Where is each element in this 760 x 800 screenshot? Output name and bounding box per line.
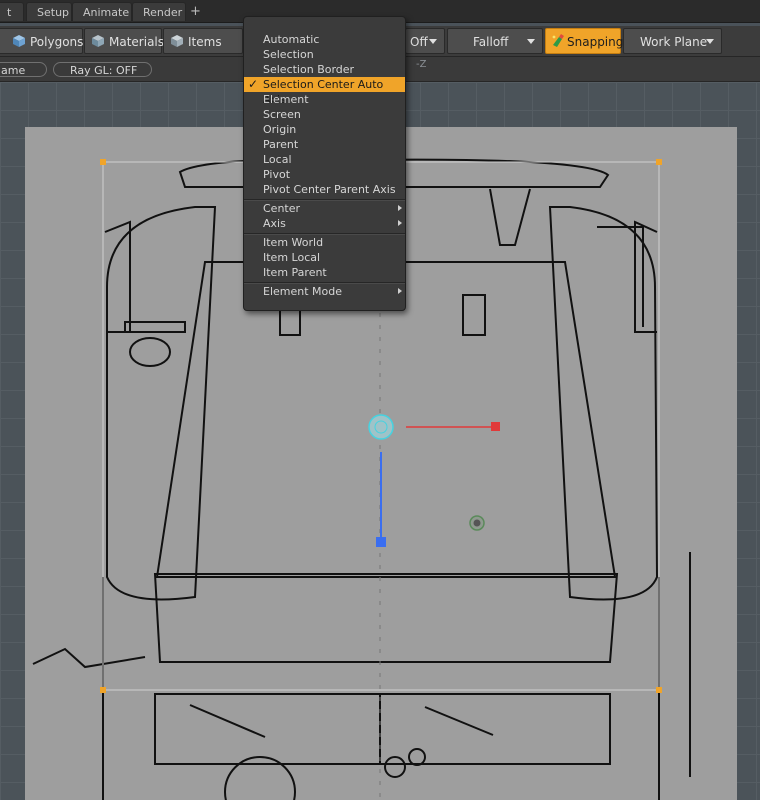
action-center-dropdown[interactable]: Off: [405, 28, 445, 54]
work-plane-label: Work Plane: [640, 35, 708, 49]
tab-setup-label: Setup: [37, 6, 70, 19]
ray-gl-pill-label: Ray GL: OFF: [70, 64, 138, 77]
menu-item-label: Center: [263, 202, 301, 215]
gizmo-y-handle[interactable]: [376, 537, 386, 547]
menu-item-label: Pivot: [263, 168, 291, 181]
items-button[interactable]: Items: [163, 28, 243, 54]
menu-item-local[interactable]: Local: [244, 152, 405, 167]
snapping-toggle[interactable]: Snapping: [545, 28, 624, 54]
polygons-button[interactable]: Polygons: [0, 28, 83, 54]
menu-item-pivot-center-parent-axis[interactable]: Pivot Center Parent Axis: [244, 182, 405, 197]
menu-item-label: Element: [263, 93, 309, 106]
submenu-arrow-icon: [398, 288, 402, 294]
menu-item-screen[interactable]: Screen: [244, 107, 405, 122]
polygons-label: Polygons: [30, 35, 84, 49]
checkmark-icon: ✓: [248, 77, 259, 91]
submenu-arrow-icon: [398, 220, 402, 226]
tab-animate-label: Animate: [83, 6, 130, 19]
action-center-menu: Automatic Selection Selection Border ✓ S…: [243, 16, 406, 311]
menu-item-label: Selection Border: [263, 63, 355, 76]
axis-label: -Z: [416, 59, 427, 70]
items-label: Items: [188, 35, 222, 49]
tab-render-label: Render: [143, 6, 183, 19]
menu-item-axis[interactable]: Axis: [244, 216, 405, 231]
items-cube-icon: [171, 35, 183, 47]
menu-item-automatic[interactable]: Automatic: [244, 32, 405, 47]
menu-item-center[interactable]: Center: [244, 201, 405, 216]
materials-button[interactable]: Materials: [84, 28, 165, 54]
tab-model-label: t: [7, 6, 12, 19]
chevron-down-icon: [527, 39, 535, 44]
chevron-down-icon: [429, 39, 437, 44]
frame-pill-label: ame: [1, 64, 26, 77]
menu-item-label: Item Parent: [263, 266, 327, 279]
ray-gl-pill[interactable]: Ray GL: OFF: [53, 62, 152, 77]
snapping-label: Snapping: [567, 35, 624, 49]
menu-item-element-mode[interactable]: Element Mode: [244, 284, 405, 299]
tab-model[interactable]: t: [0, 2, 24, 21]
menu-item-parent[interactable]: Parent: [244, 137, 405, 152]
menu-item-selection-center-auto-axis[interactable]: ✓ Selection Center Auto Axis: [244, 77, 405, 106]
menu-item-item-local[interactable]: Item Local: [244, 250, 405, 265]
falloff-dropdown[interactable]: Falloff: [447, 28, 543, 54]
tab-animate[interactable]: Animate: [72, 2, 132, 21]
menu-item-element[interactable]: Element: [244, 92, 405, 107]
menu-item-label: Element Mode: [263, 285, 343, 298]
polygons-cube-icon: [13, 35, 25, 47]
add-tab-button[interactable]: +: [190, 2, 201, 21]
tab-setup[interactable]: Setup: [26, 2, 72, 21]
menu-item-selection-border[interactable]: Selection Border: [244, 62, 405, 77]
gizmo-x-handle[interactable]: [491, 422, 500, 431]
magnet-icon: [552, 34, 564, 47]
work-plane-dropdown[interactable]: Work Plane: [623, 28, 722, 54]
menu-item-label: Item Local: [263, 251, 321, 264]
off-label: Off: [410, 35, 428, 49]
menu-item-label: Screen: [263, 108, 301, 121]
submenu-arrow-icon: [398, 205, 402, 211]
menu-item-label: Selection: [263, 48, 314, 61]
menu-item-item-parent[interactable]: Item Parent: [244, 265, 405, 280]
menu-item-pivot[interactable]: Pivot: [244, 167, 405, 182]
gizmo-center-handle[interactable]: [368, 414, 394, 440]
frame-pill[interactable]: ame: [0, 62, 47, 77]
menu-item-label: Axis: [263, 217, 286, 230]
menu-item-label: Pivot Center Parent Axis: [263, 183, 396, 196]
menu-item-label: Item World: [263, 236, 324, 249]
menu-item-selection[interactable]: Selection: [244, 47, 405, 62]
materials-cube-icon: [92, 35, 104, 47]
menu-item-label: Local: [263, 153, 292, 166]
menu-item-item-world[interactable]: Item World: [244, 235, 405, 250]
menu-item-label: Parent: [263, 138, 299, 151]
chevron-down-icon: [706, 39, 714, 44]
materials-label: Materials: [109, 35, 165, 49]
menu-item-label: Automatic: [263, 33, 320, 46]
menu-item-origin[interactable]: Origin: [244, 122, 405, 137]
falloff-label: Falloff: [473, 35, 509, 49]
tab-render[interactable]: Render: [132, 2, 186, 21]
menu-item-label: Origin: [263, 123, 297, 136]
